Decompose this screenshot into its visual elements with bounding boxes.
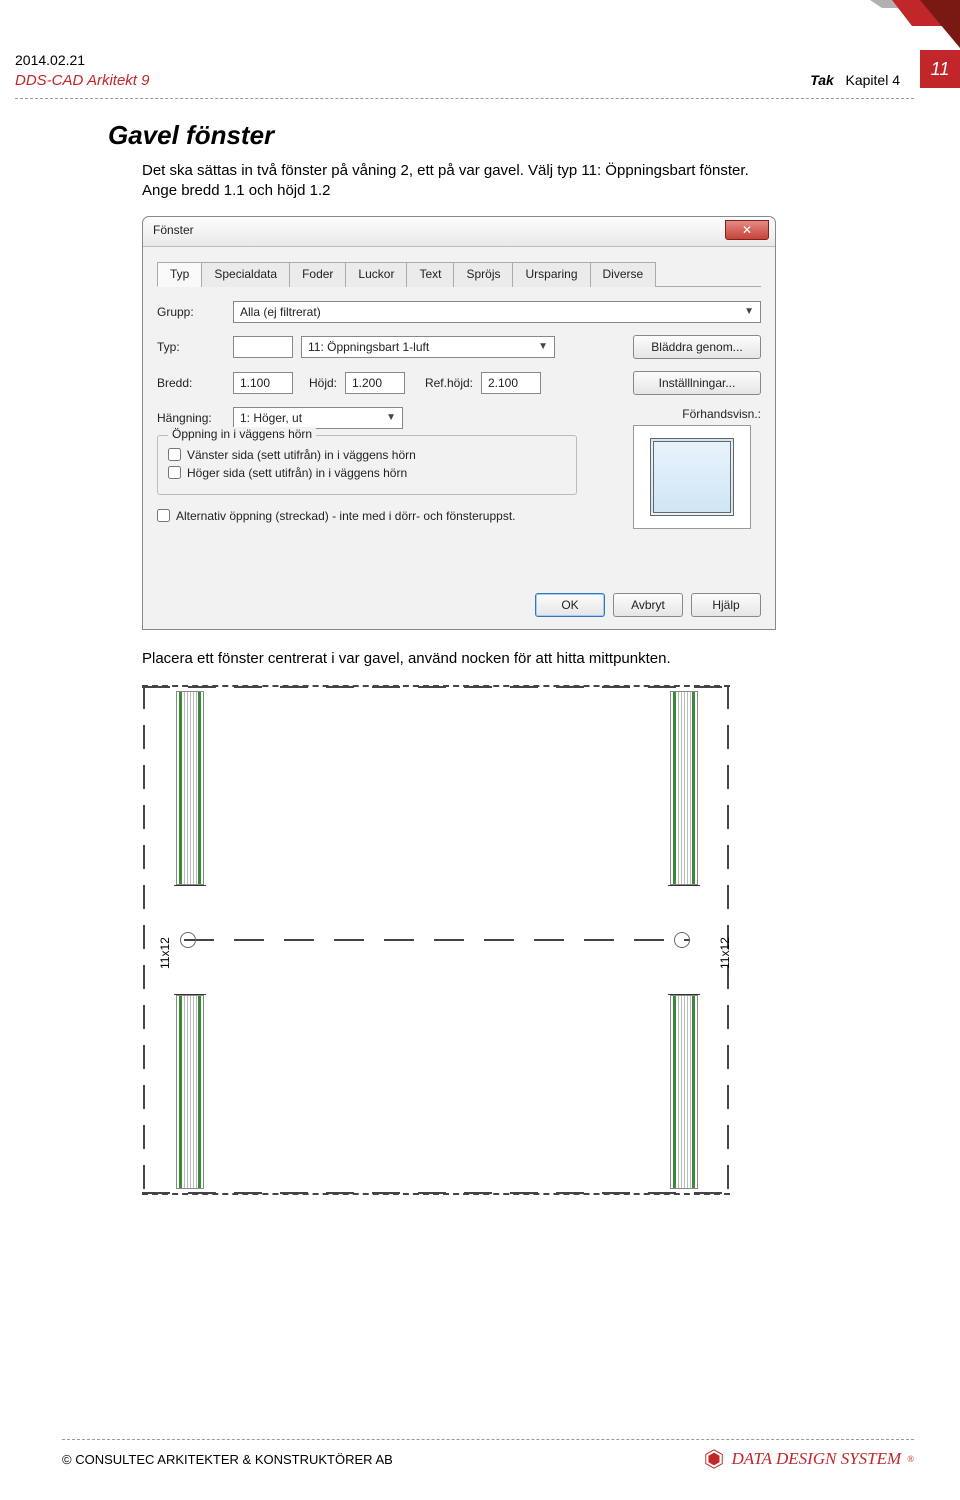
header-section: Tak Kapitel 4 <box>810 72 900 88</box>
tab-diverse[interactable]: Diverse <box>590 262 657 287</box>
intro-line-1: Det ska sättas in två fönster på våning … <box>142 162 749 179</box>
tab-typ[interactable]: Typ <box>157 262 202 287</box>
chk-alt-opening[interactable]: Alternativ öppning (streckad) - inte med… <box>157 509 625 523</box>
tab-ursparing[interactable]: Ursparing <box>512 262 590 287</box>
plan-drawing: 11x12 11x12 <box>142 685 732 1205</box>
type-number-field[interactable] <box>233 336 293 358</box>
section-title: Gavel fönster <box>108 120 828 151</box>
page-header: 2014.02.21 DDS-CAD Arkitekt 9 Tak Kapite… <box>15 52 960 100</box>
window-preview <box>633 425 751 529</box>
chk-left-corner-box[interactable] <box>168 448 181 461</box>
window-preview-shape <box>650 438 734 516</box>
tab-specialdata[interactable]: Specialdata <box>201 262 290 287</box>
left-wall <box>176 691 204 1189</box>
page-content: Gavel fönster Det ska sättas in två föns… <box>108 120 828 1205</box>
combo-typ[interactable]: 11: Öppningsbart 1-luft ▼ <box>301 336 555 358</box>
tab-text[interactable]: Text <box>406 262 454 287</box>
group-caption: Öppning in i väggens hörn <box>168 427 316 441</box>
hex-icon <box>703 1448 725 1470</box>
combo-typ-value: 11: Öppningsbart 1-luft <box>308 340 429 354</box>
dim-label-left: 11x12 <box>158 937 172 969</box>
tab-luckor[interactable]: Luckor <box>345 262 407 287</box>
chk-alt-opening-label: Alternativ öppning (streckad) - inte med… <box>176 509 516 523</box>
intro-line-2: Ange bredd 1.1 och höjd 1.2 <box>142 182 330 199</box>
close-button[interactable]: ✕ <box>725 220 769 240</box>
label-hangning: Hängning: <box>157 411 225 425</box>
label-bredd: Bredd: <box>157 376 225 390</box>
label-grupp: Grupp: <box>157 305 225 319</box>
header-date: 2014.02.21 <box>15 52 960 68</box>
input-bredd[interactable]: 1.100 <box>233 372 293 394</box>
close-icon: ✕ <box>742 223 752 237</box>
corner-opening-group: Öppning in i väggens hörn Vänster sida (… <box>157 435 577 495</box>
label-refhojd: Ref.höjd: <box>413 376 473 390</box>
intro-text: Det ska sättas in två fönster på våning … <box>142 161 828 202</box>
tab-strip: Typ Specialdata Foder Luckor Text Spröjs… <box>157 261 761 287</box>
label-forhand: Förhandsvisn.: <box>633 407 761 421</box>
settings-button[interactable]: Inställlningar... <box>633 371 761 395</box>
plan-dashes <box>142 685 732 1205</box>
input-hojd[interactable]: 1.200 <box>345 372 405 394</box>
combo-hangning-value: 1: Höger, ut <box>240 411 302 425</box>
combo-grupp-value: Alla (ej filtrerat) <box>240 305 321 319</box>
chevron-down-icon: ▼ <box>538 341 548 352</box>
cancel-button[interactable]: Avbryt <box>613 593 683 617</box>
right-wall <box>670 691 698 1189</box>
label-hojd: Höjd: <box>301 376 337 390</box>
chk-left-corner[interactable]: Vänster sida (sett utifrån) in i väggens… <box>168 448 566 462</box>
combo-grupp[interactable]: Alla (ej filtrerat) ▼ <box>233 301 761 323</box>
tab-foder[interactable]: Foder <box>289 262 346 287</box>
input-refhojd[interactable]: 2.100 <box>481 372 541 394</box>
chk-left-corner-label: Vänster sida (sett utifrån) in i väggens… <box>187 448 416 462</box>
chk-right-corner-label: Höger sida (sett utifrån) in i väggens h… <box>187 466 407 480</box>
tab-sprojs[interactable]: Spröjs <box>453 262 513 287</box>
dialog-title: Fönster <box>153 223 194 237</box>
header-section-name: Tak <box>810 72 834 88</box>
help-button[interactable]: Hjälp <box>691 593 761 617</box>
chk-right-corner[interactable]: Höger sida (sett utifrån) in i väggens h… <box>168 466 566 480</box>
dds-logo: DATA DESIGN SYSTEM® <box>703 1448 914 1470</box>
label-typ: Typ: <box>157 340 225 354</box>
page-number-badge: 11 <box>920 50 960 88</box>
chevron-down-icon: ▼ <box>744 306 754 317</box>
after-text: Placera ett fönster centrerat i var gave… <box>142 650 828 667</box>
combo-hangning[interactable]: 1: Höger, ut ▼ <box>233 407 403 429</box>
dim-label-right: 11x12 <box>718 937 732 969</box>
dialog-titlebar: Fönster ✕ <box>143 217 775 247</box>
window-dialog: Fönster ✕ Typ Specialdata Foder Luckor T… <box>142 216 776 630</box>
header-chapter: Kapitel 4 <box>846 72 900 88</box>
footer-copyright: © CONSULTEC ARKITEKTER & KONSTRUKTÖRER A… <box>62 1452 393 1467</box>
chevron-down-icon: ▼ <box>386 412 396 423</box>
footer-copyright-text: © CONSULTEC ARKITEKTER & KONSTRUKTÖRER A… <box>62 1452 393 1467</box>
ok-button[interactable]: OK <box>535 593 605 617</box>
corner-decor <box>830 0 960 50</box>
header-rule <box>15 98 914 99</box>
page-footer: © CONSULTEC ARKITEKTER & KONSTRUKTÖRER A… <box>62 1439 914 1470</box>
footer-brand: DATA DESIGN SYSTEM <box>731 1449 901 1469</box>
chk-right-corner-box[interactable] <box>168 466 181 479</box>
browse-button[interactable]: Bläddra genom... <box>633 335 761 359</box>
chk-alt-opening-box[interactable] <box>157 509 170 522</box>
